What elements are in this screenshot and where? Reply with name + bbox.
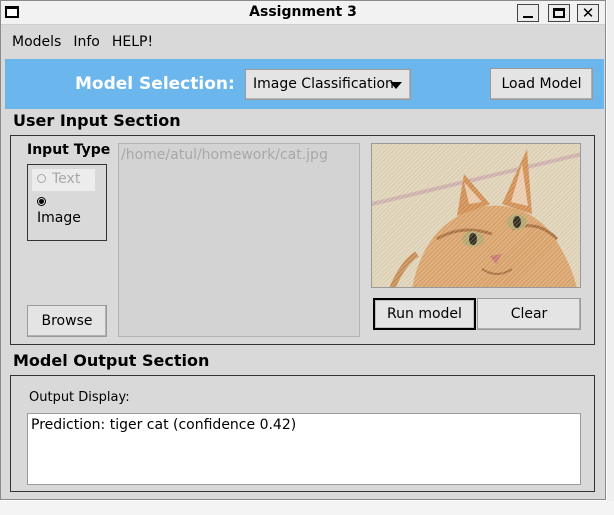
- model-selection-bar: Model Selection: Image Classification Lo…: [5, 59, 604, 109]
- output-display-box[interactable]: Prediction: tiger cat (confidence 0.42): [27, 413, 581, 485]
- image-overlay: [372, 144, 580, 287]
- radio-unchecked-icon: [37, 174, 46, 183]
- load-model-button[interactable]: Load Model: [490, 68, 593, 100]
- radio-image-label: Image: [37, 210, 81, 226]
- input-type-group: Text Image: [27, 164, 107, 241]
- model-output-section-title: Model Output Section: [13, 351, 210, 370]
- user-input-section-title: User Input Section: [13, 111, 181, 130]
- window-title: Assignment 3: [249, 4, 357, 20]
- radio-image-option[interactable]: Image: [32, 192, 95, 226]
- maximize-icon: [553, 8, 565, 18]
- minimize-icon: [523, 16, 533, 18]
- radio-text-label: Text: [52, 171, 81, 187]
- run-model-button[interactable]: Run model: [373, 298, 476, 330]
- close-button[interactable]: ✕: [577, 4, 599, 22]
- close-icon: ✕: [581, 3, 595, 22]
- model-dropdown[interactable]: Image Classification: [245, 69, 411, 100]
- title-bar[interactable]: Assignment 3 ✕: [1, 1, 605, 25]
- menu-help[interactable]: HELP!: [112, 34, 153, 50]
- app-window: Assignment 3 ✕ Models Info HELP! Model S…: [0, 0, 606, 500]
- menu-models[interactable]: Models: [12, 34, 61, 50]
- dropdown-arrow-icon: [390, 82, 402, 89]
- background-bottom: [0, 501, 614, 515]
- model-dropdown-value: Image Classification: [253, 76, 394, 92]
- file-path-field[interactable]: /home/atul/homework/cat.jpg: [118, 143, 360, 337]
- menu-info[interactable]: Info: [73, 34, 100, 50]
- image-preview: [371, 143, 581, 288]
- menu-bar: Models Info HELP!: [1, 27, 605, 56]
- clear-button[interactable]: Clear: [477, 298, 581, 330]
- browse-button[interactable]: Browse: [27, 305, 107, 337]
- output-display-label: Output Display:: [29, 390, 130, 405]
- maximize-button[interactable]: [548, 4, 570, 22]
- radio-text-option[interactable]: Text: [32, 169, 95, 191]
- input-type-label: Input Type: [27, 142, 111, 158]
- background-edge: [607, 0, 614, 515]
- minimize-button[interactable]: [517, 4, 539, 22]
- model-selection-label: Model Selection:: [75, 74, 235, 94]
- radio-checked-icon: [37, 197, 46, 206]
